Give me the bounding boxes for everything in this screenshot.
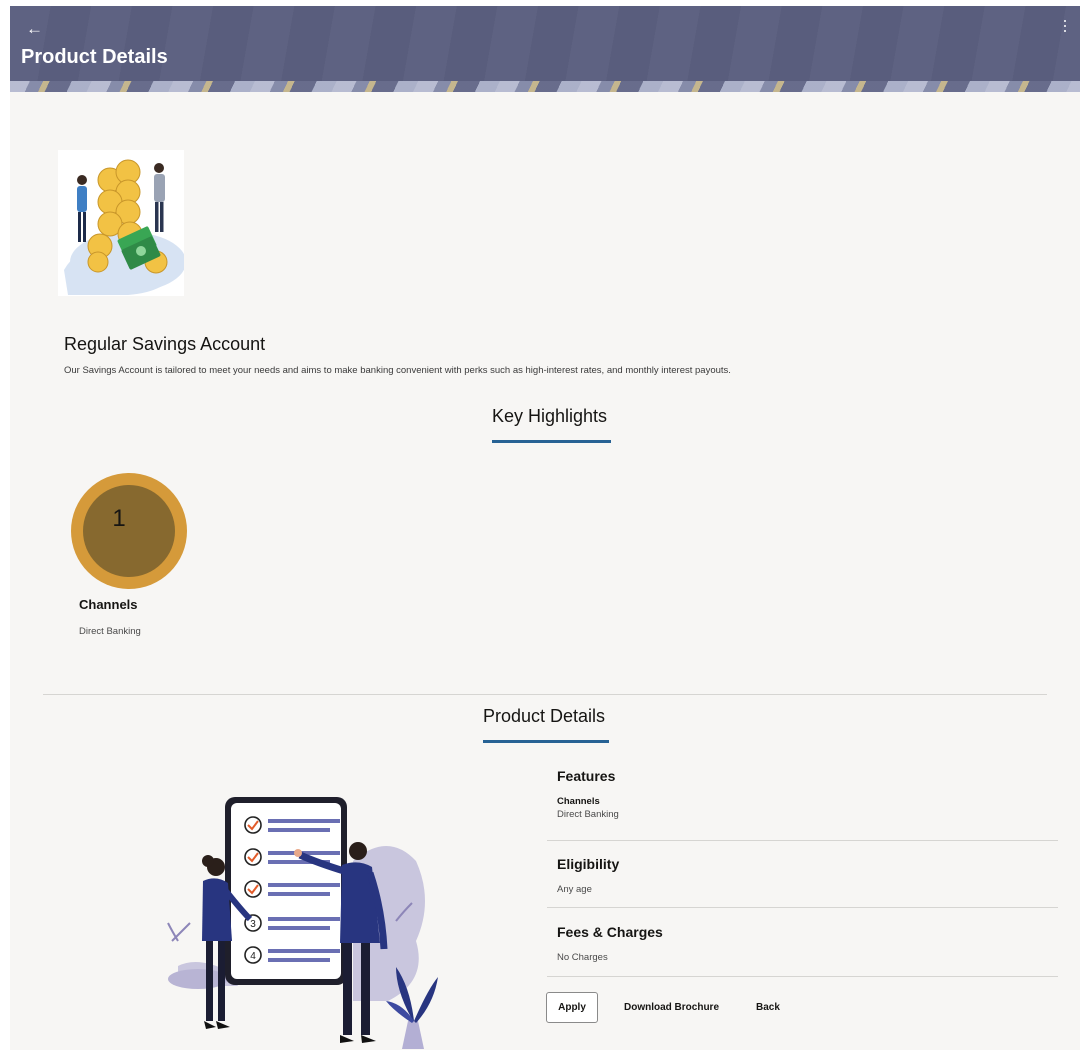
page-title: Product Details xyxy=(21,46,168,68)
arrow-left-icon[interactable]: ← xyxy=(26,20,43,38)
features-channels-value: Direct Banking xyxy=(557,809,619,820)
checklist-illustration: 3 4 xyxy=(167,797,438,1049)
key-highlights-title: Key Highlights xyxy=(492,406,608,426)
key-highlights-underline xyxy=(492,440,611,443)
features-channels-label: Channels xyxy=(557,796,600,807)
svg-text:4: 4 xyxy=(250,951,256,962)
eligibility-heading: Eligibility xyxy=(557,856,620,872)
page-header: ← Product Details xyxy=(10,6,1080,92)
product-description: Our Savings Account is tailored to meet … xyxy=(64,365,731,376)
eligibility-value: Any age xyxy=(557,884,592,895)
features-section: Features Channels Direct Banking xyxy=(557,768,619,820)
page-frame: ← Product Details Regular Savings Accoun… xyxy=(10,6,1080,1050)
eligibility-section: Eligibility Any age xyxy=(557,856,619,895)
section-divider xyxy=(43,694,1047,695)
details-divider xyxy=(547,976,1058,977)
highlight-title: Channels xyxy=(79,597,138,612)
highlight-number: 1 xyxy=(112,505,126,532)
details-divider xyxy=(547,907,1058,908)
apply-button[interactable]: Apply xyxy=(546,992,598,1023)
product-details-underline xyxy=(483,740,609,743)
highlight-badge: 1 xyxy=(71,473,187,589)
product-name: Regular Savings Account xyxy=(64,334,266,354)
product-details-title: Product Details xyxy=(483,706,606,726)
fees-section: Fees & Charges No Charges xyxy=(557,924,663,963)
coins-illustration xyxy=(58,150,184,296)
header-decorative-band xyxy=(10,81,1080,92)
download-brochure-button[interactable]: Download Brochure xyxy=(624,1002,719,1013)
kebab-menu-icon[interactable] xyxy=(1062,20,1068,36)
svg-text:3: 3 xyxy=(250,919,256,930)
highlight-value: Direct Banking xyxy=(79,626,141,637)
fees-heading: Fees & Charges xyxy=(557,924,663,940)
details-divider xyxy=(547,840,1058,841)
highlight-badge-inner: 1 xyxy=(83,485,175,577)
fees-value: No Charges xyxy=(557,952,608,963)
features-heading: Features xyxy=(557,768,616,784)
header-texture xyxy=(10,6,1080,81)
back-button[interactable]: Back xyxy=(756,1002,780,1013)
